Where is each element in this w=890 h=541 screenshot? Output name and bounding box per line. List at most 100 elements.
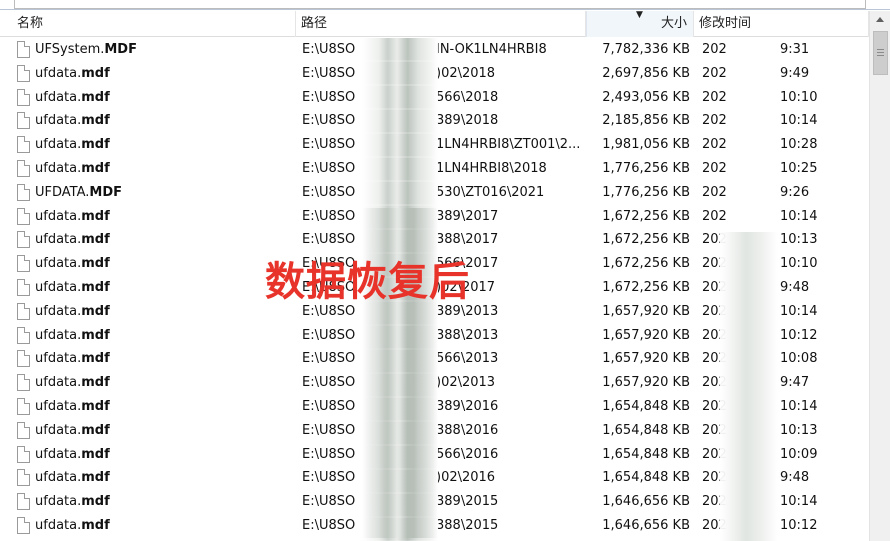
document-icon bbox=[17, 326, 30, 344]
scroll-up-arrow-icon[interactable] bbox=[870, 11, 890, 28]
document-icon bbox=[17, 64, 30, 82]
file-name-base: ufdata. bbox=[35, 232, 82, 248]
file-name-base: UFDATA. bbox=[35, 184, 90, 200]
file-time: 9:48 bbox=[780, 279, 810, 295]
file-size: 1,672,256 KB bbox=[602, 279, 690, 295]
document-icon bbox=[17, 112, 30, 130]
file-name-base: ufdata. bbox=[35, 137, 82, 153]
file-time: 10:10 bbox=[780, 89, 818, 105]
file-name-extension: mdf bbox=[81, 65, 110, 81]
file-name-extension: mdf bbox=[81, 351, 110, 367]
file-size: 1,657,920 KB bbox=[602, 303, 690, 319]
file-name-base: ufdata. bbox=[35, 517, 82, 533]
file-name: ufdata.mdf bbox=[35, 86, 293, 110]
file-size: 1,657,920 KB bbox=[602, 375, 690, 391]
watermark-label: 数据恢复后 bbox=[265, 259, 470, 305]
file-size: 2,697,856 KB bbox=[602, 65, 690, 81]
document-icon bbox=[17, 445, 30, 463]
file-path-end: 530\ZT016\2021 bbox=[436, 184, 545, 200]
file-name: ufdata.mdf bbox=[35, 252, 293, 276]
file-size: 1,776,256 KB bbox=[602, 184, 690, 200]
file-name-extension: mdf bbox=[81, 89, 110, 105]
file-time: 10:14 bbox=[780, 113, 818, 129]
file-path-start: E:\U8SO bbox=[302, 113, 356, 129]
file-path-end: )02\2013 bbox=[436, 375, 496, 391]
document-icon bbox=[17, 88, 30, 106]
address-field-edge[interactable] bbox=[14, 0, 866, 9]
file-size: 7,782,336 KB bbox=[602, 42, 690, 57]
file-time: 10:14 bbox=[780, 303, 818, 319]
file-name-extension: mdf bbox=[81, 517, 110, 533]
vertical-scrollbar[interactable] bbox=[869, 11, 890, 541]
file-time: 9:49 bbox=[780, 65, 810, 81]
file-name-extension: mdf bbox=[81, 446, 110, 462]
file-name-extension: mdf bbox=[81, 208, 110, 224]
document-icon bbox=[17, 159, 30, 177]
file-date: 202 bbox=[702, 42, 727, 57]
file-size: 1,776,256 KB bbox=[602, 160, 690, 176]
file-path-end: 388\2017 bbox=[436, 232, 499, 248]
file-size: 1,654,848 KB bbox=[602, 470, 690, 486]
file-name-base: ufdata. bbox=[35, 279, 82, 295]
file-name: ufdata.mdf bbox=[35, 466, 293, 490]
document-icon bbox=[17, 421, 30, 439]
file-name-base: ufdata. bbox=[35, 351, 82, 367]
file-path-start: E:\U8SO bbox=[302, 470, 356, 486]
file-name-extension: mdf bbox=[81, 470, 110, 486]
file-name-base: ufdata. bbox=[35, 446, 82, 462]
file-name: ufdata.mdf bbox=[35, 228, 293, 252]
file-name: ufdata.mdf bbox=[35, 205, 293, 229]
file-path-start: E:\U8SO bbox=[302, 517, 356, 533]
file-size: 2,493,056 KB bbox=[602, 89, 690, 105]
file-name-base: ufdata. bbox=[35, 494, 82, 510]
file-name-base: ufdata. bbox=[35, 65, 82, 81]
file-path-start: E:\U8SO bbox=[302, 184, 356, 200]
file-path-end: 389\2017 bbox=[436, 208, 499, 224]
file-name-extension: mdf bbox=[81, 279, 110, 295]
file-path-end: IN-OK1LN4HRBI8 bbox=[436, 42, 547, 57]
file-name: UFSystem.MDF bbox=[35, 38, 293, 62]
file-name-extension: mdf bbox=[81, 303, 110, 319]
file-path-end: )02\2018 bbox=[436, 65, 496, 81]
document-icon bbox=[17, 350, 30, 368]
file-time: 10:13 bbox=[780, 232, 818, 248]
file-name-extension: MDF bbox=[104, 42, 137, 57]
file-path-end: 389\2016 bbox=[436, 398, 499, 414]
file-path-start: E:\U8SO bbox=[302, 208, 356, 224]
file-size: 1,672,256 KB bbox=[602, 232, 690, 248]
file-name: UFDATA.MDF bbox=[35, 181, 293, 205]
column-header-name[interactable]: 名称 bbox=[12, 11, 296, 37]
file-name-extension: mdf bbox=[81, 422, 110, 438]
file-name: ufdata.mdf bbox=[35, 324, 293, 348]
file-path-start: E:\U8SO bbox=[302, 42, 356, 57]
file-path-start: E:\U8SO bbox=[302, 137, 356, 153]
file-name: ufdata.mdf bbox=[35, 395, 293, 419]
file-name-base: ufdata. bbox=[35, 89, 82, 105]
file-date: 202 bbox=[702, 137, 727, 153]
file-time: 10:12 bbox=[780, 327, 818, 343]
file-size: 1,646,656 KB bbox=[602, 517, 690, 533]
address-bar-edge bbox=[0, 0, 890, 10]
document-icon bbox=[17, 183, 30, 201]
file-time: 10:14 bbox=[780, 208, 818, 224]
file-date: 202 bbox=[702, 160, 727, 176]
file-name-base: ufdata. bbox=[35, 303, 82, 319]
file-date: 202 bbox=[702, 113, 727, 129]
document-icon bbox=[17, 41, 30, 58]
column-header-date[interactable]: 修改时间 bbox=[694, 11, 869, 37]
document-icon bbox=[17, 493, 30, 511]
file-time: 9:26 bbox=[780, 184, 810, 200]
file-path-end: 389\2018 bbox=[436, 113, 499, 129]
scrollbar-thumb[interactable] bbox=[873, 31, 888, 75]
file-time: 10:25 bbox=[780, 160, 818, 176]
document-icon bbox=[17, 302, 30, 320]
file-path-end: 566\2018 bbox=[436, 89, 499, 105]
file-name-base: ufdata. bbox=[35, 398, 82, 414]
file-name-extension: mdf bbox=[81, 113, 110, 129]
file-name: ufdata.mdf bbox=[35, 371, 293, 395]
file-name-extension: mdf bbox=[81, 375, 110, 391]
file-name-base: ufdata. bbox=[35, 327, 82, 343]
column-header-path[interactable]: 路径 bbox=[296, 11, 586, 37]
document-icon bbox=[17, 516, 30, 534]
file-name-extension: mdf bbox=[81, 398, 110, 414]
